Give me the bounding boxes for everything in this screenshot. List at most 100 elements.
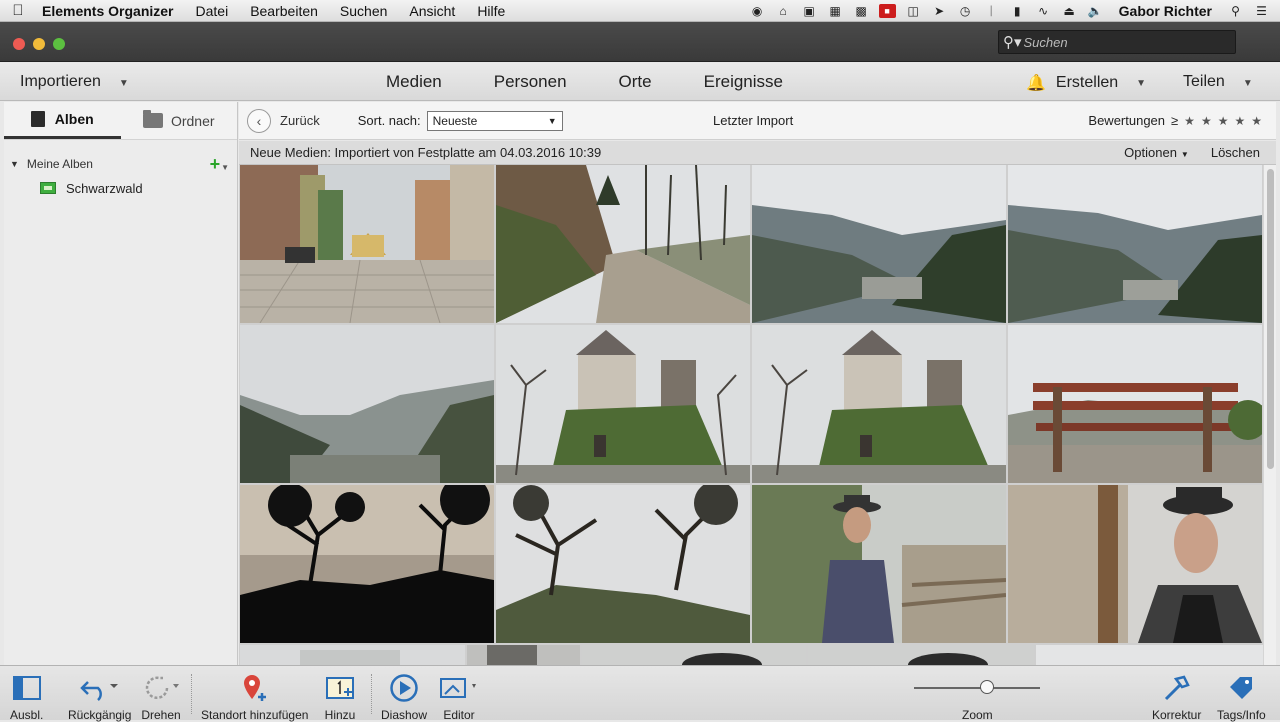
battery-icon[interactable]: ▮ (1009, 4, 1026, 18)
display-icon[interactable]: ▩ (853, 4, 870, 18)
search-box[interactable]: ⚲▾ (998, 30, 1236, 54)
add-to-button[interactable]: Hinzu (324, 672, 356, 722)
tab-albums[interactable]: Alben (4, 102, 121, 139)
options-button[interactable]: Optionen ▼ (1124, 145, 1189, 160)
adobe-icon[interactable]: ■ (878, 3, 896, 18)
photo-valley-mountains-1[interactable] (752, 165, 1006, 323)
notification-center-icon[interactable]: ☰ (1253, 4, 1270, 18)
main-toolbar: Importieren ▼ Medien Personen Orte Ereign… (0, 63, 1280, 101)
record-icon[interactable]: ◉ (749, 4, 766, 18)
page-title: Letzter Import (713, 113, 794, 128)
import-message: Neue Medien: Importiert von Festplatte a… (250, 145, 602, 160)
apple-icon[interactable]:  (0, 2, 36, 19)
menu-ansicht[interactable]: Ansicht (398, 3, 466, 19)
menubar-user[interactable]: Gabor Richter (1119, 3, 1212, 19)
gamepad-icon[interactable]: ▦ (827, 4, 844, 18)
tab-ereignisse[interactable]: Ereignisse (698, 72, 789, 92)
delete-button[interactable]: Löschen (1211, 145, 1260, 160)
back-label[interactable]: Zurück (280, 113, 320, 128)
photo-partial-4[interactable] (808, 645, 1034, 665)
undo-button[interactable]: Rückgängig (68, 672, 131, 722)
menubar:  Elements Organizer Datei Bearbeiten Su… (0, 0, 1280, 22)
disclosure-triangle-icon[interactable]: ▼ (10, 159, 19, 169)
arrow-icon[interactable]: ➤ (931, 4, 948, 18)
bell-icon: 🔔 (1026, 75, 1046, 92)
import-label: Importieren (20, 73, 101, 90)
screen-share-icon[interactable]: ◫ (905, 4, 922, 18)
minimize-window-button[interactable] (33, 38, 45, 50)
create-button[interactable]: 🔔 Erstellen ▼ (1026, 73, 1146, 93)
wifi-icon[interactable]: ∿ (1035, 4, 1052, 18)
slideshow-button[interactable]: Diashow (381, 672, 427, 722)
chevron-down-icon: ▼ (1136, 77, 1147, 89)
photo-misty-valley[interactable] (240, 325, 494, 483)
album-label: Schwarzwald (66, 180, 143, 196)
star-icon-1[interactable]: ★ (1184, 114, 1195, 128)
chevron-down-icon: ▼ (221, 162, 229, 172)
menu-suchen[interactable]: Suchen (329, 3, 398, 19)
my-albums-section[interactable]: ▼ Meine Alben +▼ (4, 152, 237, 176)
photo-man-with-hat-2[interactable] (1008, 485, 1262, 643)
photo-tree-silhouette[interactable] (240, 485, 494, 643)
share-button[interactable]: Teilen ▼ (1183, 73, 1253, 91)
menu-hilfe[interactable]: Hilfe (466, 3, 516, 19)
zoom-window-button[interactable] (53, 38, 65, 50)
star-icon-2[interactable]: ★ (1201, 114, 1212, 128)
tab-orte[interactable]: Orte (613, 72, 658, 92)
photo-partial-2[interactable] (467, 645, 580, 665)
search-input[interactable] (1023, 34, 1224, 50)
volume-icon[interactable]: 🔈 (1087, 4, 1104, 18)
photo-partial-3[interactable] (582, 645, 806, 665)
chevron-down-icon: ▼ (118, 78, 129, 89)
import-button[interactable]: Importieren ▼ (20, 73, 129, 91)
scrollbar-thumb[interactable] (1267, 169, 1274, 469)
menu-datei[interactable]: Datei (185, 3, 240, 19)
tab-folders[interactable]: Ordner (121, 102, 238, 139)
home-icon[interactable]: ⌂ (775, 4, 792, 18)
add-location-button[interactable]: Standort hinzufügen (201, 672, 308, 722)
tab-personen[interactable]: Personen (488, 72, 573, 92)
tab-folders-label: Ordner (170, 112, 215, 129)
ratings-operator[interactable]: ≥ (1171, 113, 1178, 128)
zoom-slider[interactable] (914, 687, 1040, 689)
correction-button[interactable]: Korrektur (1152, 672, 1201, 722)
sort-select[interactable]: Neueste ▼ (426, 110, 563, 131)
rotate-button[interactable]: Drehen (141, 672, 181, 722)
editor-button[interactable]: Editor (439, 672, 479, 722)
menu-app-name[interactable]: Elements Organizer (36, 3, 185, 19)
add-album-icon (324, 672, 356, 704)
sort-label: Sort. nach: (357, 113, 421, 128)
add-album-button[interactable]: +▼ (210, 154, 229, 175)
album-item-schwarzwald[interactable]: Schwarzwald (4, 176, 237, 200)
photo-partial-5[interactable] (1036, 645, 1263, 665)
eject-icon[interactable]: ⏏ (1061, 4, 1078, 18)
photo-forest-path[interactable] (496, 165, 750, 323)
tab-medien[interactable]: Medien (380, 72, 448, 92)
spotlight-icon[interactable]: ⚲ (1227, 4, 1244, 18)
photo-wooden-bench[interactable] (1008, 325, 1262, 483)
close-window-button[interactable] (13, 38, 25, 50)
camera-icon[interactable]: ▣ (801, 4, 818, 18)
create-label: Erstellen (1055, 74, 1119, 91)
star-icon-5[interactable]: ★ (1251, 114, 1262, 128)
rotate-icon (141, 672, 181, 704)
photo-partial-1[interactable] (240, 645, 465, 665)
photo-valley-mountains-2[interactable] (1008, 165, 1262, 323)
tags-info-button[interactable]: Tags/Info (1217, 672, 1266, 722)
zoom-slider-handle[interactable] (980, 680, 995, 694)
star-icon-4[interactable]: ★ (1234, 114, 1245, 128)
photo-tree-on-rock[interactable] (496, 485, 750, 643)
photo-castle-ruin-2[interactable] (752, 325, 1006, 483)
bluetooth-icon[interactable]: ᛁ (983, 4, 1000, 18)
star-icon-3[interactable]: ★ (1218, 114, 1229, 128)
back-button[interactable]: ‹ (247, 108, 271, 133)
photo-man-with-hat-1[interactable] (752, 485, 1006, 643)
menu-bearbeiten[interactable]: Bearbeiten (239, 3, 329, 19)
photo-castle-ruin-1[interactable] (496, 325, 750, 483)
search-icon[interactable]: ⚲▾ (1003, 33, 1022, 51)
time-machine-icon[interactable]: ◷ (957, 4, 974, 18)
grid-scrollbar[interactable] (1263, 165, 1276, 665)
hide-panel-button[interactable]: Ausbl. (10, 672, 43, 722)
bottom-toolbar: Ausbl. Rückgängig Drehen Standort hinzuf… (0, 665, 1280, 722)
photo-town-street[interactable] (240, 165, 494, 323)
